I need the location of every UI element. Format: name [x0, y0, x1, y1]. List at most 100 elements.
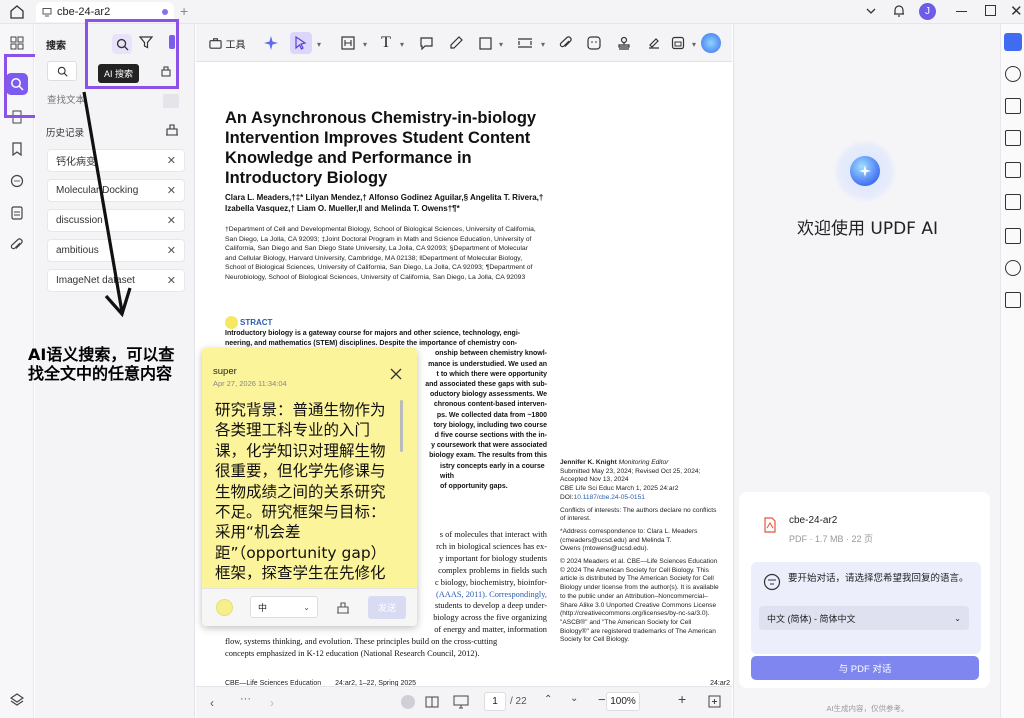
close-icon[interactable]	[390, 368, 402, 380]
send-button[interactable]: 发送	[368, 596, 406, 619]
sticky-note-popup[interactable]: super Apr 27, 2026 11:34:04 研究背景：普通生物作为各…	[202, 348, 417, 626]
page-number-input[interactable]: 1	[484, 692, 506, 711]
clear-history-icon[interactable]	[165, 122, 179, 136]
language-select[interactable]: 中文 (简体) - 简体中文 ⌄	[759, 606, 969, 630]
text-icon[interactable]: T	[376, 32, 396, 54]
abstract-line: Introductory biology is a gateway course…	[225, 330, 521, 337]
chat-with-pdf-button[interactable]: 与 PDF 对话	[751, 656, 979, 680]
minimize-button[interactable]	[956, 11, 967, 12]
font-size-value: 中	[258, 602, 268, 613]
remove-icon[interactable]: ✕	[167, 214, 176, 227]
language-box: 要开始对话，请选择您希望我回复的语言。 中文 (简体) - 简体中文 ⌄	[751, 562, 981, 654]
megaphone-icon[interactable]	[1005, 292, 1021, 308]
comment-icon[interactable]	[6, 170, 28, 192]
toolbox-icon	[208, 37, 222, 49]
dates-line: Submitted May 23, 2024; Revised Oct 25, …	[560, 467, 701, 475]
stamp-icon[interactable]	[614, 32, 634, 54]
page-down-icon[interactable]: ⌄	[570, 693, 578, 704]
translate-icon[interactable]	[1005, 130, 1021, 146]
tools-button[interactable]: 工具	[204, 32, 250, 54]
layers-icon[interactable]	[6, 688, 28, 710]
maximize-button[interactable]	[985, 5, 996, 16]
grid-icon[interactable]	[6, 32, 28, 54]
chevron-down-icon[interactable]: ▾	[400, 40, 404, 49]
chevron-down-icon[interactable]: ▾	[692, 40, 696, 49]
bottom-bar: ‹ ··· › 1 / 22 ⌃ ⌄ − 100% +	[196, 686, 732, 718]
paper-title: An Asynchronous Chemistry-in-biology Int…	[225, 109, 537, 187]
editor-name: Jennifer K. Knight	[560, 459, 617, 466]
monitor-icon	[42, 8, 52, 17]
note-scrollbar[interactable]	[400, 400, 403, 452]
new-tab-icon[interactable]: +	[180, 3, 188, 19]
save-icon[interactable]	[668, 32, 688, 54]
paperclip-icon[interactable]	[556, 32, 576, 54]
close-window-button[interactable]: ✕	[1010, 2, 1023, 20]
prev-nav-icon[interactable]	[401, 695, 415, 709]
note-timestamp: Apr 27, 2026 11:34:04	[213, 379, 287, 388]
ai-sparkle-icon[interactable]	[260, 32, 282, 54]
language-icon	[763, 573, 781, 591]
ai-welcome-title: 欢迎使用 UPDF AI	[796, 219, 938, 239]
presentation-icon[interactable]	[453, 695, 469, 709]
remove-icon[interactable]: ✕	[167, 274, 176, 287]
file-meta: PDF · 1.7 MB · 22 页	[789, 534, 874, 544]
zoom-in-icon[interactable]: +	[678, 691, 686, 707]
remove-icon[interactable]: ✕	[167, 244, 176, 257]
zoom-out-icon[interactable]: −	[598, 692, 606, 707]
search-go-button[interactable]	[163, 94, 179, 108]
forward-icon[interactable]: ›	[270, 696, 274, 710]
remove-icon[interactable]: ✕	[167, 154, 176, 167]
search-icon	[57, 66, 68, 77]
form-icon[interactable]	[6, 202, 28, 224]
note-comment-icon[interactable]	[416, 32, 436, 54]
home-icon[interactable]	[9, 4, 25, 20]
ai-panel-toggle-icon[interactable]	[1004, 33, 1022, 51]
avatar[interactable]: J	[919, 3, 936, 20]
search-doc-icon[interactable]	[1005, 260, 1021, 276]
delete-icon[interactable]	[336, 600, 350, 614]
fit-page-icon[interactable]	[708, 695, 721, 708]
reading-mode-icon[interactable]	[425, 695, 439, 709]
chevron-down-icon: ⌄	[954, 613, 961, 623]
shape-icon[interactable]	[475, 32, 495, 54]
ocr-icon[interactable]	[1005, 162, 1021, 178]
chevron-down-icon[interactable]	[865, 5, 877, 17]
note-marker-icon[interactable]	[225, 316, 238, 329]
updf-ai-icon[interactable]	[701, 33, 721, 53]
page-total: / 22	[510, 696, 527, 707]
bookmark-icon[interactable]	[6, 138, 28, 160]
more-icon[interactable]: ···	[240, 693, 251, 705]
protect-icon[interactable]	[1005, 194, 1021, 210]
folder-icon[interactable]	[1005, 228, 1021, 244]
contact-line: (cmeaders@ucsd.edu) and Melinda T.	[560, 536, 672, 544]
chevron-down-icon[interactable]: ▾	[499, 40, 503, 49]
zoom-level[interactable]: 100%	[606, 692, 640, 711]
measure-icon[interactable]	[514, 32, 536, 54]
color-picker[interactable]	[216, 599, 233, 616]
ai-disclaimer: AI生成内容，仅供参考。	[826, 704, 909, 713]
file-name: cbe-24-ar2	[789, 515, 838, 526]
pdf-file-icon	[763, 517, 777, 533]
remove-icon[interactable]: ✕	[167, 184, 176, 197]
search-input-icon-box[interactable]	[47, 61, 77, 81]
chevron-down-icon[interactable]: ▾	[541, 40, 545, 49]
signature-icon[interactable]	[644, 32, 664, 54]
body-line: of energy and matter, information	[434, 625, 547, 635]
page-up-icon[interactable]: ⌃	[544, 694, 552, 705]
font-size-select[interactable]: 中 ⌄	[250, 596, 318, 618]
attachment-icon[interactable]	[6, 234, 28, 256]
doi-link[interactable]: 10.1187/cbe.24-05-0151	[574, 494, 645, 501]
text-box-icon[interactable]	[338, 32, 358, 54]
chat-bot-icon[interactable]	[1005, 66, 1021, 82]
convert-icon[interactable]	[1005, 98, 1021, 114]
language-value: 中文 (简体) - 简体中文	[767, 613, 856, 624]
highlighter-icon[interactable]	[446, 32, 466, 54]
chevron-down-icon[interactable]: ▾	[317, 40, 321, 49]
select-tool-button[interactable]	[290, 32, 312, 54]
bell-icon[interactable]	[892, 4, 906, 18]
note-content[interactable]: 研究背景：普通生物作为各类理工科专业的入门课，化学知识对理解生物很重要，但化学先…	[215, 400, 395, 585]
chevron-down-icon[interactable]: ▾	[363, 40, 367, 49]
back-icon[interactable]: ‹	[210, 696, 214, 710]
annotation-arrow	[82, 91, 132, 318]
sticker-icon[interactable]	[584, 32, 604, 54]
